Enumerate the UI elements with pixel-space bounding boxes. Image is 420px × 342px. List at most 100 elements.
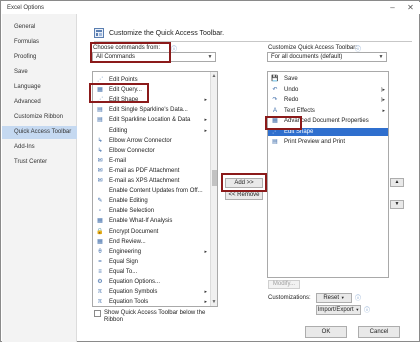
toolbar-item-print-preview-and-print[interactable]: ▤ Print Preview and Print <box>268 138 388 146</box>
submenu-arrow-icon: |▸ <box>381 97 385 103</box>
sidebar-item-formulas[interactable]: Formulas <box>2 36 77 49</box>
command-item-end-review[interactable]: ▦ End Review... <box>93 238 217 246</box>
import-export-label: Import/Export <box>317 307 354 313</box>
equation-options-icon: ⚙ <box>97 279 103 285</box>
end-review-icon: ▦ <box>97 238 103 245</box>
import-export-button[interactable]: Import/Export ▼ <box>316 305 361 315</box>
command-item-equal-sign[interactable]: = Equal Sign <box>93 258 217 266</box>
import-export-info-icon[interactable]: ⓘ <box>364 305 370 314</box>
sidebar-item-trust-center[interactable]: Trust Center <box>2 156 77 169</box>
commands-listbox[interactable]: ⋰ Edit Points ▦ Edit Query... ⋰ Edit Shape ▸ ▤ E… <box>92 71 218 307</box>
sidebar-item-proofing[interactable]: Proofing <box>2 51 77 64</box>
toolbar-item-redo[interactable]: ↷ Redo |▸ <box>268 96 388 104</box>
reset-info-icon[interactable]: ⓘ <box>355 293 361 302</box>
window-title: Excel Options <box>7 5 45 11</box>
elbow-connector-icon: ↳ <box>97 147 103 154</box>
sidebar-item-advanced[interactable]: Advanced <box>2 96 77 109</box>
submenu-arrow-icon: ▸ <box>204 289 207 296</box>
sidebar-item-customize-ribbon[interactable]: Customize Ribbon <box>2 111 77 124</box>
toolbar-items-listbox[interactable]: 💾 Save ↶ Undo |▸ ↷ Redo |▸ A Text Effects ▸ ▦ Advanc… <box>267 71 389 278</box>
show-below-ribbon-label: Show Quick Access Toolbar below the Ribb… <box>104 310 206 323</box>
submenu-arrow-icon: ▸ <box>204 299 207 306</box>
close-icon[interactable]: ✕ <box>403 2 418 14</box>
command-item-label: Enable Editing <box>109 198 148 205</box>
command-item-equation-options[interactable]: ⚙ Equation Options... <box>93 278 217 286</box>
main-panel: Customize the Quick Access Toolbar. Choo… <box>78 14 420 342</box>
edit-single-sparkline-s-data-icon: ▤ <box>97 107 103 114</box>
enable-content-updates-from-off-icon <box>96 187 104 195</box>
command-item-label: Equal Sign <box>109 258 139 265</box>
toolbar-item-label: Save <box>284 76 298 82</box>
command-item-label: Edit Sparkline Location & Data <box>109 117 191 124</box>
command-item-label: Equal To... <box>109 268 138 275</box>
command-item-label: E-mail <box>109 157 127 164</box>
enable-selection-icon: ▫ <box>98 208 102 215</box>
command-item-label: Enable Selection <box>109 208 155 215</box>
command-item-engineering[interactable]: θ Engineering ▸ <box>93 248 217 256</box>
toolbar-item-save[interactable]: 💾 Save <box>268 75 388 83</box>
command-item-edit-single-sparkline-s-data[interactable]: ▤ Edit Single Sparkline's Data... <box>93 106 217 114</box>
command-item-elbow-arrow-connector[interactable]: ↳ Elbow Arrow Connector <box>93 137 217 145</box>
move-down-button[interactable]: ▼ <box>390 200 404 209</box>
scroll-up-icon[interactable]: ▲ <box>211 72 217 80</box>
sidebar-item-quick-access-toolbar[interactable]: Quick Access Toolbar <box>2 126 77 139</box>
command-item-equation-symbols[interactable]: π Equation Symbols ▸ <box>93 288 217 296</box>
command-item-encrypt-document[interactable]: 🔒 Encrypt Document <box>93 228 217 236</box>
command-item-editing[interactable]: Editing ▸ <box>93 127 217 135</box>
command-item-enable-what-if-analysis[interactable]: ▦ Enable What-If Analysis <box>93 217 217 225</box>
scroll-down-icon[interactable]: ▼ <box>211 298 217 306</box>
undo-icon: ↶ <box>272 86 278 93</box>
toolbar-item-label: Redo <box>284 97 299 103</box>
command-item-equal-to[interactable]: ≡ Equal To... <box>93 268 217 276</box>
equation-tools-icon: π <box>97 299 103 306</box>
reset-label: Reset <box>323 295 340 301</box>
enable-what-if-analysis-icon: ▦ <box>97 218 103 225</box>
toolbar-item-undo[interactable]: ↶ Undo |▸ <box>268 86 388 94</box>
customize-toolbar-label: Customize Quick Access Toolbar: <box>268 45 357 51</box>
editing-icon <box>96 127 104 135</box>
command-item-enable-content-updates-from-off[interactable]: Enable Content Updates from Off... <box>93 187 217 195</box>
e-mail-icon: ✉ <box>97 157 103 164</box>
command-item-label: Engineering <box>109 248 142 255</box>
customize-toolbar-dropdown[interactable]: For all documents (default) ▼ <box>267 52 387 62</box>
submenu-arrow-icon: ▸ <box>204 97 207 104</box>
reset-button[interactable]: Reset ▼ <box>316 293 352 303</box>
modify-button[interactable]: Modify... <box>268 280 300 289</box>
show-below-ribbon-checkbox[interactable] <box>94 310 101 317</box>
sidebar-item-language[interactable]: Language <box>2 81 77 94</box>
command-item-label: Equation Options... <box>109 279 161 285</box>
command-item-e-mail[interactable]: ✉ E-mail <box>93 157 217 165</box>
submenu-arrow-icon: ▸ <box>204 127 207 134</box>
engineering-icon: θ <box>98 248 102 255</box>
scroll-thumb[interactable] <box>212 170 217 186</box>
highlight-edit-shape-left <box>89 83 149 103</box>
command-item-label: Enable What-If Analysis <box>109 218 173 225</box>
command-item-label: Equation Symbols <box>109 289 158 296</box>
command-item-equation-tools[interactable]: π Equation Tools ▸ <box>93 298 217 306</box>
submenu-arrow-icon: ▸ <box>204 248 207 255</box>
command-item-enable-editing[interactable]: ✎ Enable Editing <box>93 197 217 205</box>
command-item-label: Edit Single Sparkline's Data... <box>109 107 188 114</box>
submenu-arrow-icon: ▸ <box>204 117 207 124</box>
sidebar-item-save[interactable]: Save <box>2 66 77 79</box>
commands-scrollbar[interactable]: ▲ ▼ <box>210 72 217 306</box>
edit-sparkline-location-data-icon: ▤ <box>97 117 103 124</box>
equal-sign-icon: = <box>98 258 102 265</box>
sidebar-item-add-ins[interactable]: Add-Ins <box>2 141 77 154</box>
customize-toolbar-value: For all documents (default) <box>271 54 343 60</box>
minimize-icon[interactable]: – <box>385 2 400 14</box>
command-item-e-mail-as-pdf-attachment[interactable]: ✉ E-mail as PDF Attachment <box>93 167 217 175</box>
command-item-enable-selection[interactable]: ▫ Enable Selection <box>93 207 217 215</box>
command-item-label: E-mail as XPS Attachment <box>109 178 180 184</box>
toolbar-item-text-effects[interactable]: A Text Effects ▸ <box>268 107 388 115</box>
cancel-button[interactable]: Cancel <box>358 326 400 338</box>
elbow-arrow-connector-icon: ↳ <box>97 137 103 144</box>
command-item-elbow-connector[interactable]: ↳ Elbow Connector <box>93 147 217 155</box>
command-item-e-mail-as-xps-attachment[interactable]: ✉ E-mail as XPS Attachment <box>93 177 217 185</box>
move-up-button[interactable]: ▲ <box>390 178 404 187</box>
equation-symbols-icon: π <box>97 289 103 296</box>
toolbar-item-label: Undo <box>284 86 299 93</box>
command-item-edit-sparkline-location-data[interactable]: ▤ Edit Sparkline Location & Data ▸ <box>93 116 217 124</box>
ok-button[interactable]: OK <box>305 326 347 338</box>
sidebar-item-general[interactable]: General <box>2 21 77 34</box>
